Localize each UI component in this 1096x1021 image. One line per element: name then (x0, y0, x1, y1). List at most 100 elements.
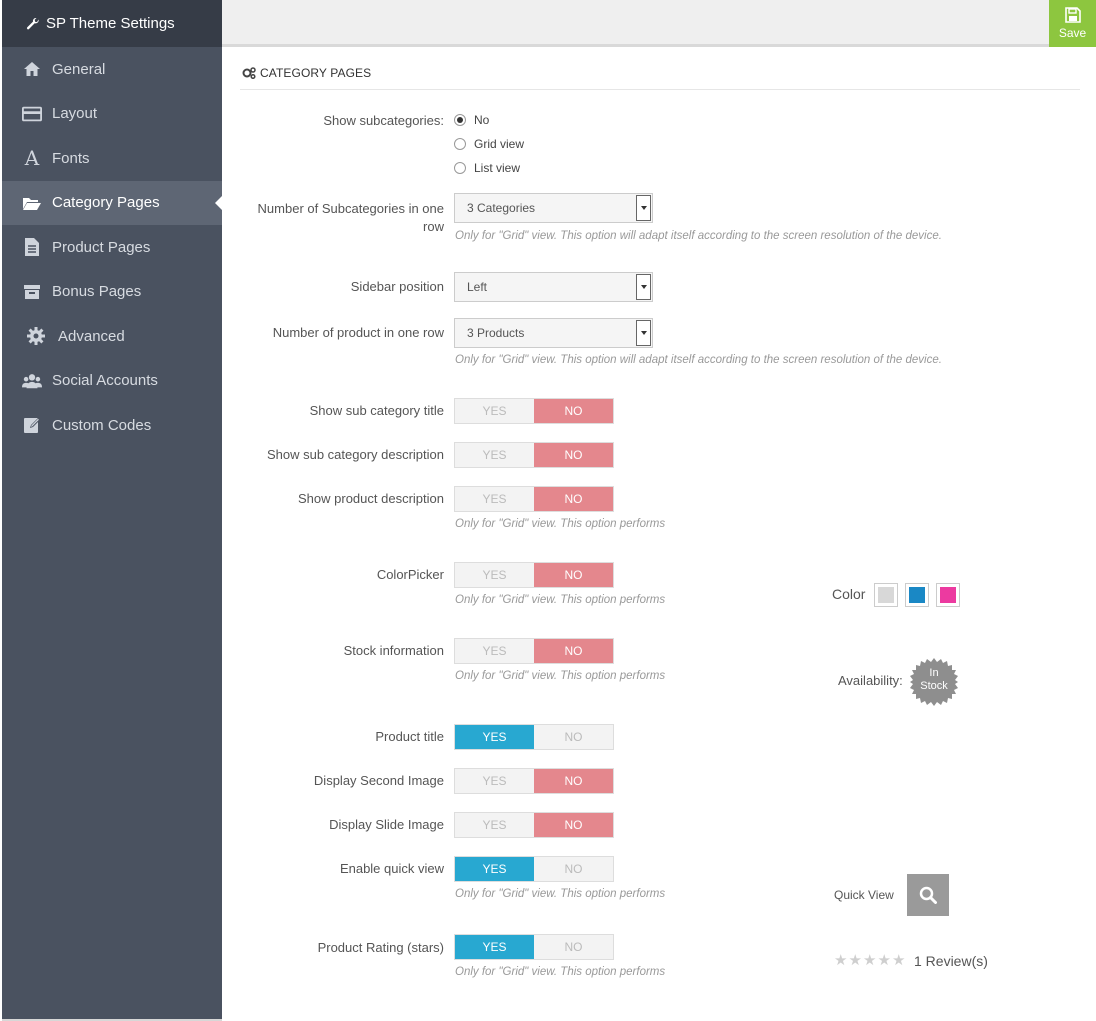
toggle-no[interactable]: NO (534, 563, 613, 587)
toggle-yes[interactable]: YES (455, 487, 534, 511)
stock-information-label: Stock information (343, 643, 444, 658)
title-divider (240, 89, 1080, 90)
product-rating-toggle[interactable]: YES NO (454, 934, 614, 960)
sidebar-item-label: General (52, 60, 106, 78)
toggle-yes[interactable]: YES (455, 563, 534, 587)
toggle-yes[interactable]: YES (455, 639, 534, 663)
sidebar-item-general[interactable]: General (2, 47, 222, 92)
num-subcategories-help: Only for "Grid" view. This option will a… (455, 230, 942, 242)
sidebar-position-select[interactable]: Left (454, 272, 653, 302)
search-icon (919, 886, 937, 904)
num-products-label: Number of product in one row (272, 325, 444, 340)
archive-icon (22, 282, 42, 302)
sidebar-item-social-accounts[interactable]: Social Accounts (2, 359, 222, 404)
sidebar-item-category-pages[interactable]: Category Pages (2, 180, 222, 225)
toggle-no[interactable]: NO (534, 935, 613, 959)
panel-title: CATEGORY PAGES (242, 66, 371, 80)
slide-image-toggle[interactable]: YES NO (454, 812, 614, 838)
color-swatch-gray (874, 583, 898, 607)
label-line: row (423, 219, 444, 234)
sub-category-description-toggle[interactable]: YES NO (454, 442, 614, 468)
toggle-no[interactable]: NO (534, 813, 613, 837)
color-swatch-blue (905, 583, 929, 607)
product-description-help: Only for "Grid" view. This option perfor… (455, 518, 666, 530)
quick-view-preview-label: Quick View (834, 888, 894, 902)
sidebar-item-label: Custom Codes (52, 416, 152, 434)
toggle-yes[interactable]: YES (455, 769, 534, 793)
chevron-down-icon[interactable] (636, 274, 651, 300)
badge-text: In Stock (910, 667, 958, 693)
sidebar-item-product-pages[interactable]: Product Pages (2, 225, 222, 270)
color-swatch-pink (936, 583, 960, 607)
color-preview-label: Color (832, 586, 866, 602)
select-value: 3 Categories (467, 201, 536, 215)
toggle-yes[interactable]: YES (455, 399, 534, 423)
select-value: Left (467, 280, 488, 294)
toggle-no[interactable]: NO (534, 769, 613, 793)
save-button-label: Save (1058, 26, 1087, 40)
radio-dot (454, 138, 466, 150)
colorpicker-toggle[interactable]: YES NO (454, 562, 614, 588)
product-title-toggle[interactable]: YES NO (454, 724, 614, 750)
toggle-no[interactable]: NO (534, 639, 613, 663)
sidebar-item-custom-codes[interactable]: Custom Codes (2, 403, 222, 448)
stock-information-toggle[interactable]: YES NO (454, 638, 614, 664)
product-description-toggle[interactable]: YES NO (454, 486, 614, 512)
sidebar-item-fonts[interactable]: A Fonts (2, 136, 222, 181)
radio-subcategories-grid[interactable]: Grid view (454, 137, 524, 151)
star-icon: ★ (863, 952, 877, 969)
sub-category-title-toggle[interactable]: YES NO (454, 398, 614, 424)
swatch-fill (940, 587, 956, 603)
review-count: 1 Review(s) (914, 953, 988, 969)
slide-image-label: Display Slide Image (329, 817, 444, 832)
sidebar-item-bonus-pages[interactable]: Bonus Pages (2, 270, 222, 315)
toggle-no[interactable]: NO (534, 443, 613, 467)
chevron-down-icon[interactable] (636, 320, 651, 346)
num-products-help: Only for "Grid" view. This option will a… (455, 354, 942, 366)
second-image-toggle[interactable]: YES NO (454, 768, 614, 794)
sub-category-description-label: Show sub category description (266, 447, 444, 462)
radio-label: List view (474, 161, 521, 175)
product-description-label: Show product description (298, 491, 444, 506)
toggle-no[interactable]: NO (534, 857, 613, 881)
product-title-label: Product title (375, 729, 444, 744)
wrench-icon (26, 17, 39, 29)
top-toolbar: Save (222, 0, 1096, 47)
toggle-no[interactable]: NO (534, 399, 613, 423)
swatch-fill (878, 587, 894, 603)
radio-label: No (474, 113, 490, 127)
stock-information-help: Only for "Grid" view. This option perfor… (455, 670, 666, 682)
sidebar-item-layout[interactable]: Layout (2, 92, 222, 137)
select-value: 3 Products (467, 326, 525, 340)
toggle-no[interactable]: NO (534, 487, 613, 511)
show-subcategories-label: Show subcategories: (323, 113, 444, 128)
gear-icon (26, 326, 46, 346)
star-icon: ★ (892, 952, 906, 969)
quick-view-label: Enable quick view (339, 861, 444, 876)
home-icon (22, 59, 42, 79)
radio-subcategories-no[interactable]: No (454, 113, 489, 127)
toggle-yes[interactable]: YES (455, 725, 534, 749)
layout-icon (22, 104, 42, 124)
sidebar-item-label: Advanced (58, 327, 125, 345)
sidebar-item-advanced[interactable]: Advanced (2, 314, 222, 359)
toggle-yes[interactable]: YES (455, 857, 534, 881)
sidebar-item-label: Product Pages (52, 238, 151, 256)
quick-view-button[interactable] (907, 874, 949, 916)
quick-view-toggle[interactable]: YES NO (454, 856, 614, 882)
toggle-no[interactable]: NO (534, 725, 613, 749)
toggle-yes[interactable]: YES (455, 813, 534, 837)
num-products-select[interactable]: 3 Products (454, 318, 653, 348)
toggle-yes[interactable]: YES (455, 443, 534, 467)
toggle-yes[interactable]: YES (455, 935, 534, 959)
chevron-down-icon[interactable] (636, 195, 651, 221)
colorpicker-label: ColorPicker (376, 567, 444, 582)
radio-subcategories-list[interactable]: List view (454, 161, 520, 175)
sidebar-item-label: Bonus Pages (52, 283, 142, 301)
sidebar-item-label: Layout (52, 105, 98, 123)
num-subcategories-select[interactable]: 3 Categories (454, 193, 653, 223)
font-icon: A (24, 146, 40, 171)
edit-icon (22, 415, 42, 435)
save-button[interactable]: Save (1049, 0, 1096, 47)
in-stock-badge: In Stock (910, 658, 958, 706)
